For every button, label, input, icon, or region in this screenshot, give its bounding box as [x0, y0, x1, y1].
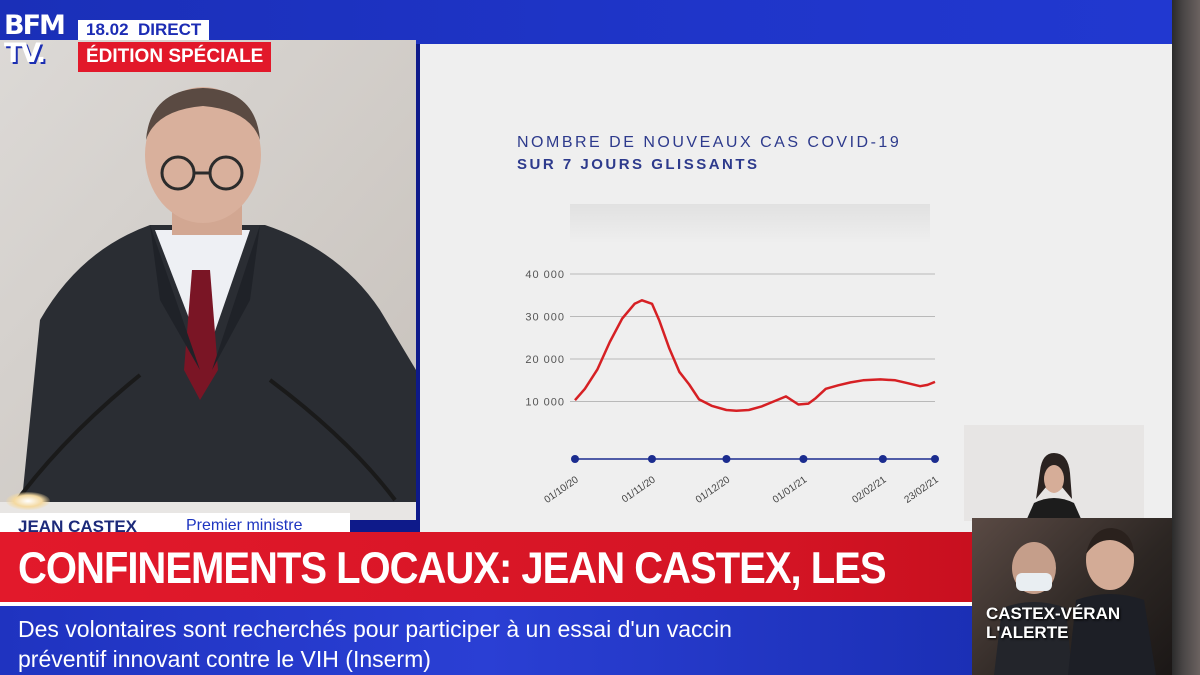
y-tick-label: 10 000: [525, 397, 565, 409]
x-axis-marker: [931, 455, 939, 463]
speaker-figure: [0, 40, 416, 520]
live-tag: 18.02 DIRECT: [78, 20, 210, 40]
interpreter-figure: [1026, 453, 1082, 521]
promo-image: [994, 528, 1156, 675]
covid-cases-chart: 10 000 20 000 30 000 40 000 01/10/20 01/11/20…: [525, 269, 942, 506]
logo-line1: BFM: [4, 10, 66, 41]
x-axis-marker: [878, 455, 887, 463]
edition-tag: ÉDITION SPÉCIALE: [78, 42, 272, 72]
promo-line-1: CASTEX-VÉRAN: [986, 604, 1121, 623]
promo-line-2: L'ALERTE: [986, 623, 1069, 642]
x-tick-label: 02/02/21: [850, 474, 889, 506]
ticker-line-2: préventif innovant contre le VIH (Inserm…: [18, 646, 431, 672]
x-axis-marker: [799, 455, 808, 463]
x-tick-label: 01/01/21: [771, 474, 810, 506]
tv-screen: BFM TV. 18.02 DIRECT ÉDITION SPÉCIALE NO…: [0, 0, 1172, 675]
channel-logo: BFM TV.: [4, 12, 70, 72]
news-ticker: Des volontaires sont recherchés pour par…: [0, 606, 972, 675]
x-tick-label: 01/10/20: [543, 474, 582, 506]
x-axis-marker: [571, 455, 579, 463]
live-time: 18.02: [86, 20, 129, 39]
x-tick-label: 01/12/20: [694, 474, 733, 506]
slide-shadow: [570, 204, 930, 244]
headline-band: CONFINEMENTS LOCAUX: JEAN CASTEX, LES AN…: [0, 532, 972, 644]
stage-light: [6, 492, 50, 510]
y-tick-label: 40 000: [525, 269, 565, 281]
x-tick-label: 01/11/20: [620, 474, 658, 505]
x-axis-marker: [722, 455, 731, 463]
promo-text: CASTEX-VÉRAN L'ALERTE: [986, 604, 1120, 642]
tv-bezel: [1172, 0, 1200, 675]
x-tick-label: 23/02/21: [903, 474, 942, 506]
speaker-video: [0, 40, 416, 520]
x-axis-marker: [647, 455, 656, 463]
promo-thumbnail: CASTEX-VÉRAN L'ALERTE: [972, 518, 1172, 675]
ticker-line-1: Des volontaires sont recherchés pour par…: [18, 616, 732, 642]
live-label: DIRECT: [138, 20, 202, 39]
interpreter-inset: [964, 425, 1144, 521]
y-tick-label: 20 000: [525, 354, 565, 366]
slide-subtitle: SUR 7 JOURS GLISSANTS: [517, 156, 760, 173]
logo-line2: TV.: [4, 38, 46, 69]
slide-title: NOMBRE DE NOUVEAUX CAS COVID-19: [517, 134, 902, 151]
y-tick-label: 30 000: [525, 312, 565, 324]
